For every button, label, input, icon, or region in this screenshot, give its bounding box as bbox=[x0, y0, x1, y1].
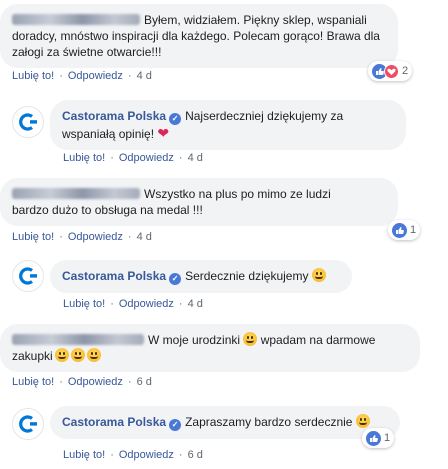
comment-bubble: Wszystko na plus po mimo ze ludzi bardzo… bbox=[0, 178, 398, 226]
separator-dot: · bbox=[59, 231, 63, 243]
verified-badge-icon: ✓ bbox=[169, 419, 182, 431]
love-reaction-icon bbox=[384, 63, 399, 79]
comment-timestamp[interactable]: 4 d bbox=[188, 298, 203, 310]
comment-bubble: Byłem, widziałem. Piękny sklep, wspanial… bbox=[0, 4, 398, 68]
separator-dot: · bbox=[178, 298, 183, 310]
author-name[interactable]: Castorama Polska bbox=[62, 415, 166, 429]
like-button[interactable]: Lubię to! bbox=[63, 152, 105, 164]
author-name[interactable]: Castorama Polska bbox=[62, 269, 166, 283]
reply-bubble: Castorama Polska ✓ Serdecznie dziękujemy bbox=[50, 260, 352, 293]
separator-dot: · bbox=[59, 376, 63, 388]
comment-timestamp[interactable]: 4 d bbox=[137, 70, 152, 82]
reply-button[interactable]: Odpowiedz bbox=[68, 231, 123, 243]
red-heart-emoji-icon: ❤ bbox=[157, 125, 170, 141]
reply-button[interactable]: Odpowiedz bbox=[68, 376, 123, 388]
separator-dot: · bbox=[59, 70, 63, 82]
separator-dot: · bbox=[178, 152, 183, 164]
reply-text: Zapraszamy bardzo serdecznie bbox=[185, 415, 353, 429]
blurred-author-name bbox=[12, 188, 140, 199]
author-name[interactable]: Castorama Polska bbox=[62, 109, 166, 123]
comment-actions: Lubię to! · Odpowiedz · 4 d bbox=[12, 231, 152, 243]
grinning-emoji-icon bbox=[54, 348, 69, 362]
separator-dot: · bbox=[178, 449, 183, 461]
separator-dot: · bbox=[127, 231, 132, 243]
reply-button[interactable]: Odpowiedz bbox=[68, 70, 123, 82]
reply-button[interactable]: Odpowiedz bbox=[119, 152, 174, 164]
like-button[interactable]: Lubię to! bbox=[12, 231, 54, 243]
grinning-emoji-icon bbox=[86, 348, 101, 362]
castorama-logo-icon bbox=[19, 415, 37, 433]
castorama-avatar[interactable] bbox=[12, 106, 44, 138]
like-button[interactable]: Lubię to! bbox=[63, 298, 105, 310]
like-reaction-icon bbox=[392, 222, 407, 238]
smiley-emoji-icon bbox=[355, 414, 370, 428]
reply-button[interactable]: Odpowiedz bbox=[119, 298, 174, 310]
comment-actions: Lubię to! · Odpowiedz · 6 d bbox=[12, 376, 152, 388]
reply-actions: Lubię to! · Odpowiedz · 6 d bbox=[63, 449, 203, 461]
comment-timestamp[interactable]: 4 d bbox=[137, 231, 152, 243]
separator-dot: · bbox=[110, 449, 114, 461]
reply-button[interactable]: Odpowiedz bbox=[119, 449, 174, 461]
comment-timestamp[interactable]: 6 d bbox=[188, 449, 203, 461]
reactions-summary[interactable]: 1 bbox=[388, 220, 421, 240]
verified-badge-icon: ✓ bbox=[169, 273, 182, 285]
castorama-logo-icon bbox=[19, 113, 37, 131]
like-button[interactable]: Lubię to! bbox=[12, 70, 54, 82]
reactions-summary[interactable]: 2 bbox=[368, 61, 413, 81]
reply-bubble: Castorama Polska ✓ Najserdeczniej dziękuje… bbox=[50, 100, 406, 150]
reply-bubble: Castorama Polska ✓ Zapraszamy bardzo serde… bbox=[50, 406, 400, 439]
comment-actions: Lubię to! · Odpowiedz · 4 d bbox=[12, 70, 152, 82]
verified-badge-icon: ✓ bbox=[169, 113, 182, 125]
grinning-emoji-icon bbox=[243, 332, 258, 346]
castorama-avatar[interactable] bbox=[12, 260, 44, 292]
blurred-author-name bbox=[12, 334, 144, 345]
reply-text: Serdecznie dziękujemy bbox=[185, 269, 309, 283]
like-button[interactable]: Lubię to! bbox=[63, 449, 105, 461]
reply-actions: Lubię to! · Odpowiedz · 4 d bbox=[63, 152, 203, 164]
castorama-avatar[interactable] bbox=[12, 408, 44, 440]
comment-timestamp[interactable]: 4 d bbox=[188, 152, 203, 164]
comment-timestamp[interactable]: 6 d bbox=[137, 376, 152, 388]
castorama-logo-icon bbox=[19, 267, 37, 285]
like-button[interactable]: Lubię to! bbox=[12, 376, 54, 388]
reactions-summary[interactable]: 1 bbox=[362, 428, 395, 448]
smiley-emoji-icon bbox=[311, 268, 326, 282]
separator-dot: · bbox=[110, 298, 114, 310]
separator-dot: · bbox=[127, 70, 132, 82]
reactions-count: 2 bbox=[402, 65, 409, 77]
comment-bubble: W moje urodzinki wpadam na darmowe zakup… bbox=[0, 324, 420, 372]
like-reaction-icon bbox=[366, 430, 381, 446]
separator-dot: · bbox=[110, 152, 114, 164]
comment-text-part1: W moje urodzinki bbox=[148, 333, 241, 347]
grinning-emoji-icon bbox=[70, 348, 85, 362]
reply-actions: Lubię to! · Odpowiedz · 4 d bbox=[63, 298, 203, 310]
reactions-count: 1 bbox=[410, 224, 417, 236]
blurred-author-name bbox=[12, 14, 140, 25]
separator-dot: · bbox=[127, 376, 132, 388]
reactions-count: 1 bbox=[384, 432, 391, 444]
